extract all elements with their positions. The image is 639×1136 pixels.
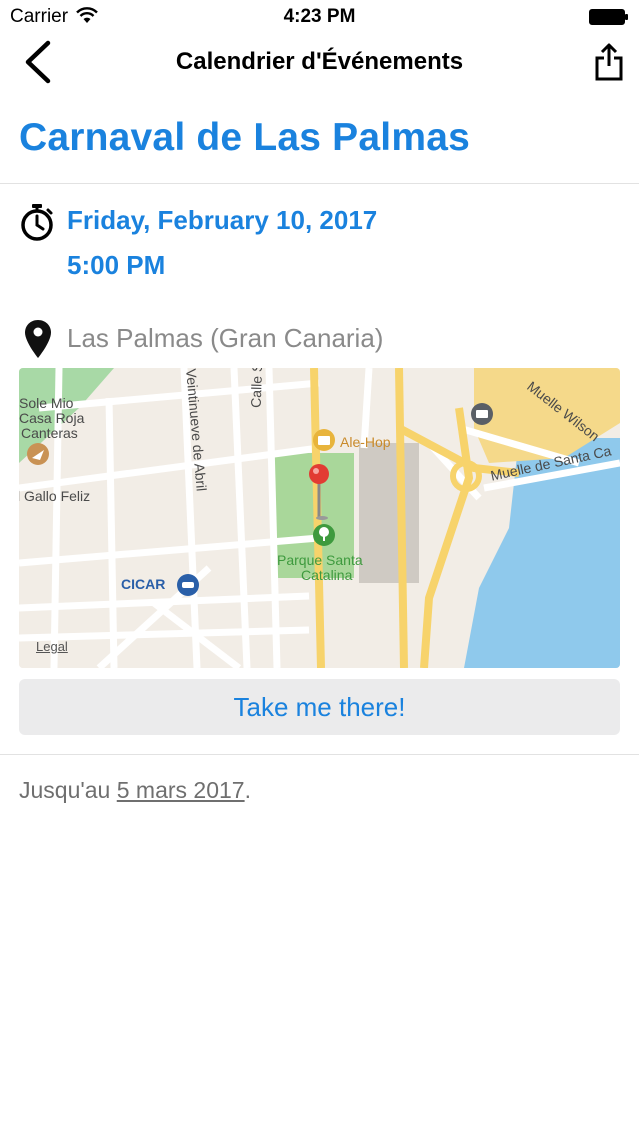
- status-time: 4:23 PM: [283, 6, 356, 27]
- nav-title: Calendrier d'Événements: [175, 48, 464, 75]
- divider: [0, 754, 639, 755]
- map-label: Casa Roja: [19, 410, 85, 426]
- until-suffix: .: [244, 777, 251, 803]
- timer-icon: [21, 204, 53, 241]
- map-label: Canteras: [21, 425, 78, 441]
- map-label: CICAR: [121, 576, 166, 592]
- take-me-there-button[interactable]: Take me there!: [19, 679, 620, 735]
- location-map[interactable]: Sole Mio Casa Roja Canteras l Gallo Feli…: [19, 368, 620, 668]
- event-location: Las Palmas (Gran Canaria): [67, 323, 384, 353]
- event-time: 5:00 PM: [67, 250, 166, 280]
- status-bar: Carrier 4:23 PM: [0, 0, 639, 34]
- map-label: Parque Santa: [277, 552, 363, 568]
- location-pin-icon: [25, 320, 51, 358]
- navigation-bar: Calendrier d'Événements: [0, 34, 639, 90]
- map-label: l Gallo Feliz: [19, 488, 91, 504]
- map-label: Ale-Hop: [340, 434, 391, 450]
- battery-icon: [589, 9, 628, 25]
- map-graphic: [19, 368, 620, 668]
- map-legal-link[interactable]: Legal: [36, 639, 68, 654]
- share-icon[interactable]: [593, 42, 625, 82]
- map-label: Catalina: [301, 567, 353, 583]
- map-label: Sole Mio: [19, 395, 74, 411]
- until-prefix: Jusqu'au: [19, 777, 117, 803]
- map-label: Calle S: [247, 368, 266, 409]
- until-date-link[interactable]: 5 mars 2017: [117, 777, 245, 803]
- event-title: Carnaval de Las Palmas: [19, 116, 470, 159]
- until-text: Jusqu'au 5 mars 2017.: [19, 777, 251, 804]
- divider: [0, 183, 639, 184]
- event-date: Friday, February 10, 2017: [67, 205, 378, 235]
